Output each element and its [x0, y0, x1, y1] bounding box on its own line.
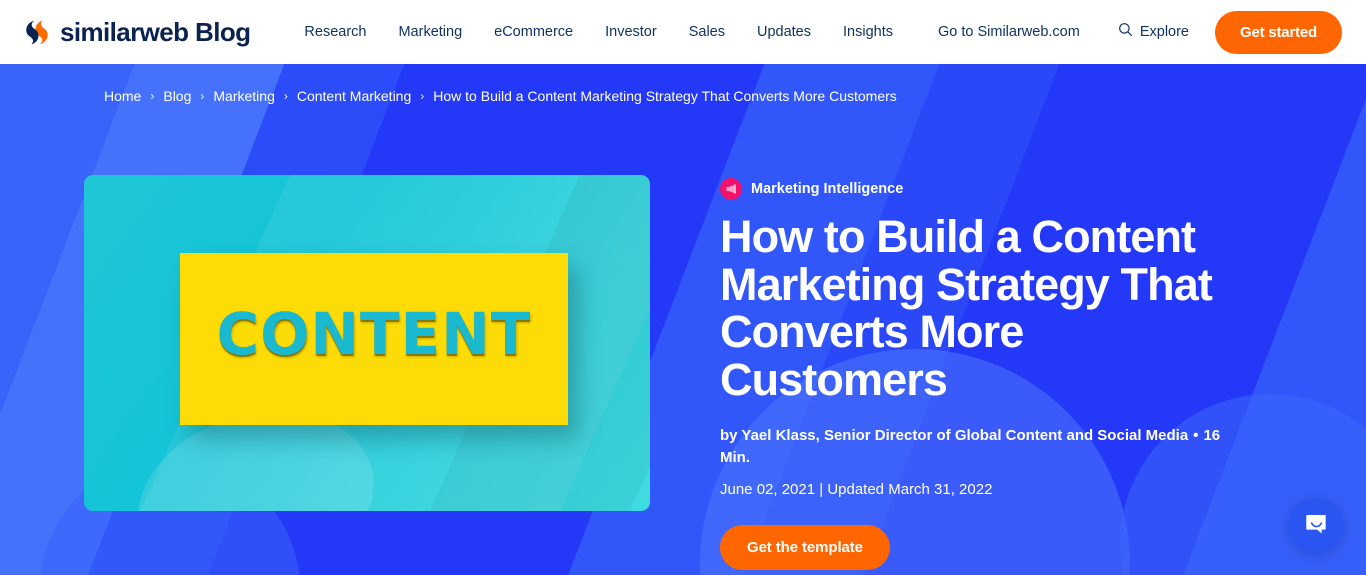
breadcrumb-item-current: How to Build a Content Marketing Strateg… — [433, 88, 897, 104]
article-category[interactable]: Marketing Intelligence — [720, 178, 1282, 200]
nav-item-ecommerce[interactable]: eCommerce — [478, 16, 589, 48]
nav-item-insights[interactable]: Insights — [827, 16, 909, 48]
header-actions: Go to Similarweb.com Explore Get started — [928, 10, 1342, 54]
breadcrumb-item-marketing[interactable]: Marketing — [213, 88, 274, 104]
explore-search-button[interactable]: Explore — [1118, 22, 1189, 42]
similarweb-logo-icon — [22, 18, 51, 47]
breadcrumb-item-blog[interactable]: Blog — [163, 88, 191, 104]
chevron-right-icon: › — [283, 89, 288, 103]
nav-item-updates[interactable]: Updates — [741, 16, 827, 48]
brand-title: similarweb Blog — [60, 17, 251, 47]
page-title: How to Build a Content Marketing Strateg… — [720, 211, 1213, 406]
go-to-similarweb-link[interactable]: Go to Similarweb.com — [928, 16, 1090, 48]
site-header: similarweb Blog Research Marketing eComm… — [0, 0, 1366, 64]
chevron-right-icon: › — [420, 89, 425, 103]
speech-bubble-shape: CONTENT — [180, 253, 568, 425]
breadcrumb-item-home[interactable]: Home — [104, 88, 141, 104]
byline-author: by Yael Klass, Senior Director of Global… — [720, 426, 1189, 444]
article-dateline: June 02, 2021 | Updated March 31, 2022 — [720, 480, 993, 498]
chevron-right-icon: › — [200, 89, 205, 103]
byline-separator: • — [1193, 426, 1199, 444]
nav-item-marketing[interactable]: Marketing — [382, 16, 478, 48]
nav-item-research[interactable]: Research — [288, 16, 382, 48]
get-started-button[interactable]: Get started — [1215, 10, 1342, 54]
speech-bubble-word: CONTENT — [216, 300, 532, 368]
hero-text-column: Marketing Intelligence How to Build a Co… — [720, 175, 1282, 570]
nav-item-sales[interactable]: Sales — [673, 16, 741, 48]
hero-article-image: CONTENT — [84, 175, 650, 511]
search-icon — [1118, 22, 1133, 42]
nav-item-investor[interactable]: Investor — [589, 16, 673, 48]
breadcrumb: Home › Blog › Marketing › Content Market… — [104, 88, 897, 104]
chat-bubble-smile-icon — [1303, 510, 1330, 542]
megaphone-icon — [720, 178, 742, 200]
chevron-right-icon: › — [150, 89, 155, 103]
brand-logo-link[interactable]: similarweb Blog — [22, 17, 251, 47]
hero-section: Home › Blog › Marketing › Content Market… — [0, 64, 1366, 575]
chat-launcher-button[interactable] — [1288, 498, 1344, 554]
get-the-template-button[interactable]: Get the template — [720, 524, 890, 570]
article-category-label: Marketing Intelligence — [751, 181, 904, 197]
main-navigation: Research Marketing eCommerce Investor Sa… — [288, 16, 909, 48]
breadcrumb-item-content-marketing[interactable]: Content Marketing — [297, 88, 411, 104]
article-byline: by Yael Klass, Senior Director of Global… — [720, 425, 1235, 470]
explore-label: Explore — [1139, 24, 1189, 40]
